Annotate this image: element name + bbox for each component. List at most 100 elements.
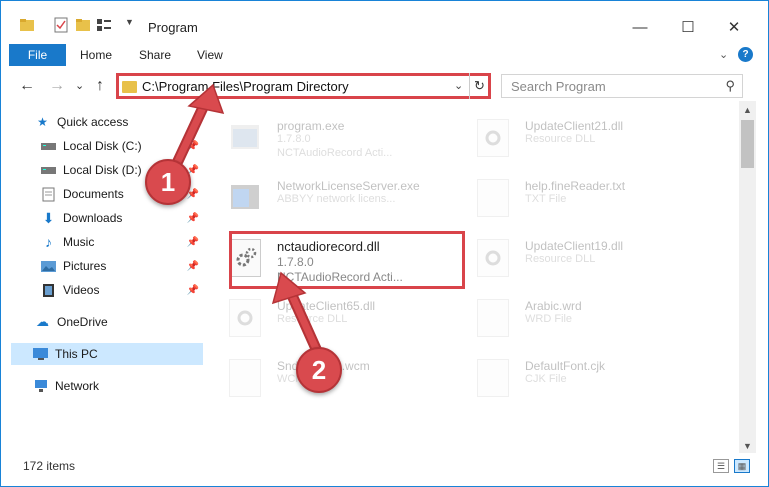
search-icon[interactable]: ⚲ <box>725 78 735 94</box>
file-item[interactable]: Arabic.wrd WRD File <box>459 285 699 341</box>
item-count: 172 items <box>23 459 76 473</box>
step-1-marker: 1 <box>145 159 191 205</box>
nav-label: Music <box>63 235 95 249</box>
address-row: ← → ⌄ ↑ C:\Program Files\Program Directo… <box>1 71 768 101</box>
tab-home[interactable]: Home <box>80 48 112 62</box>
pictures-icon <box>41 259 56 274</box>
file-name: UpdateClient21.dll <box>525 119 624 133</box>
file-item[interactable]: UpdateClient21.dll Resource DLL <box>459 105 699 161</box>
file-type: TXT File <box>525 193 567 205</box>
search-input[interactable]: Search Program ⚲ <box>501 74 743 98</box>
tab-share[interactable]: Share <box>139 48 171 62</box>
file-name: DefaultFont.cjk <box>525 359 606 373</box>
file-item[interactable]: UpdateClient65.dll Resource DLL <box>211 285 451 341</box>
drive-icon <box>41 139 56 154</box>
view-options-icon[interactable] <box>96 17 112 33</box>
step-2-marker: 2 <box>296 347 342 393</box>
file-icon <box>477 359 509 397</box>
file-item[interactable]: program.exe 1.7.8.0 NCTAudioRecord Acti.… <box>211 105 451 161</box>
vertical-scrollbar[interactable]: ▲ ▼ <box>739 101 756 453</box>
exe-icon <box>229 179 261 217</box>
folder-icon <box>19 17 35 33</box>
pin-icon[interactable]: 📌 <box>187 213 199 224</box>
tab-file[interactable]: File <box>9 44 66 66</box>
maximize-button[interactable]: ☐ <box>673 13 703 41</box>
downloads-icon: ⬇ <box>42 209 55 226</box>
details-view-icon[interactable]: ☰ <box>713 459 729 473</box>
folder-icon <box>122 81 137 93</box>
nav-label: Local Disk (D:) <box>63 163 142 177</box>
file-name: help.fineReader.txt <box>525 179 626 193</box>
videos-icon <box>41 283 56 298</box>
text-file-icon <box>477 179 509 217</box>
title-bar: ▼ Program — ☐ ✕ <box>1 1 768 41</box>
properties-icon[interactable] <box>53 17 69 33</box>
scroll-up-icon[interactable]: ▲ <box>743 105 752 115</box>
nav-network[interactable]: Network <box>33 375 203 397</box>
address-dropdown-icon[interactable]: ⌄ <box>454 79 463 92</box>
tiles-view-icon[interactable]: ▦ <box>734 459 750 473</box>
file-item[interactable]: NetworkLicenseServer.exe ABBYY network l… <box>211 165 451 221</box>
file-name: UpdateClient19.dll <box>525 239 624 253</box>
file-type: Resource DLL <box>277 313 348 325</box>
nav-videos[interactable]: Videos 📌 <box>41 279 203 301</box>
star-icon: ★ <box>37 115 48 129</box>
scroll-down-icon[interactable]: ▼ <box>743 441 752 451</box>
pin-icon[interactable]: 📌 <box>187 141 199 152</box>
expand-ribbon-icon[interactable]: ⌄ <box>719 48 728 61</box>
file-item[interactable]: DefaultFont.cjk CJK File <box>459 345 699 401</box>
address-path: C:\Program Files\Program Directory <box>142 79 349 94</box>
refresh-button[interactable]: ↻ <box>469 73 489 99</box>
cloud-icon: ☁ <box>36 314 49 329</box>
help-icon[interactable]: ? <box>738 47 753 62</box>
nav-quick-access[interactable]: ★ Quick access <box>35 111 203 133</box>
forward-button[interactable]: → <box>49 77 65 95</box>
file-type: CJK File <box>525 373 567 385</box>
nav-downloads[interactable]: ⬇ Downloads 📌 <box>41 207 203 229</box>
file-icon <box>229 359 261 397</box>
pin-icon[interactable]: 📌 <box>187 285 199 296</box>
nav-local-disk-c[interactable]: Local Disk (C:) 📌 <box>41 135 203 157</box>
nav-label: Network <box>55 379 100 393</box>
dll-gear-icon <box>477 239 509 277</box>
back-button[interactable]: ← <box>19 77 35 95</box>
nav-label: Pictures <box>63 259 107 273</box>
minimize-button[interactable]: — <box>625 13 655 41</box>
scroll-thumb[interactable] <box>741 120 754 168</box>
nav-label: Quick access <box>57 115 129 129</box>
nav-label: This PC <box>55 347 98 361</box>
file-name: Arabic.wrd <box>525 299 582 313</box>
address-bar[interactable]: C:\Program Files\Program Directory ⌄ ↻ <box>116 73 491 99</box>
dll-gear-icon <box>229 299 261 337</box>
nav-label: Local Disk (C:) <box>63 139 142 153</box>
network-icon <box>33 379 48 394</box>
recent-locations-button[interactable]: ⌄ <box>75 79 84 92</box>
nav-music[interactable]: ♪ Music 📌 <box>41 231 203 253</box>
pin-icon[interactable]: 📌 <box>187 237 199 248</box>
exe-icon <box>229 119 261 157</box>
pin-icon[interactable]: 📌 <box>187 261 199 272</box>
file-item[interactable]: help.fineReader.txt TXT File <box>459 165 699 221</box>
close-button[interactable]: ✕ <box>719 13 749 41</box>
music-icon: ♪ <box>45 234 52 250</box>
file-name: program.exe <box>277 119 345 133</box>
status-bar: 172 items ☰ ▦ <box>1 456 768 478</box>
computer-icon <box>33 347 48 362</box>
nav-label: Downloads <box>63 211 123 225</box>
file-icon <box>477 299 509 337</box>
file-description: ABBYY network licens... <box>277 193 396 205</box>
new-folder-icon[interactable] <box>75 17 91 33</box>
ribbon-tabs: File Home Share View ⌄ ? <box>1 44 768 66</box>
nav-onedrive[interactable]: ☁ OneDrive <box>35 311 203 333</box>
nav-label: OneDrive <box>57 315 108 329</box>
customize-toolbar-icon[interactable]: ▼ <box>125 17 141 33</box>
nav-this-pc[interactable]: This PC <box>11 343 203 365</box>
search-placeholder: Search Program <box>511 79 606 94</box>
nav-label: Videos <box>63 283 100 297</box>
file-item[interactable]: UpdateClient19.dll Resource DLL <box>459 225 699 281</box>
up-button[interactable]: ↑ <box>96 77 104 95</box>
file-name: NetworkLicenseServer.exe <box>277 179 420 193</box>
tab-view[interactable]: View <box>197 48 223 62</box>
nav-pictures[interactable]: Pictures 📌 <box>41 255 203 277</box>
file-version: 1.7.8.0 <box>277 133 311 145</box>
